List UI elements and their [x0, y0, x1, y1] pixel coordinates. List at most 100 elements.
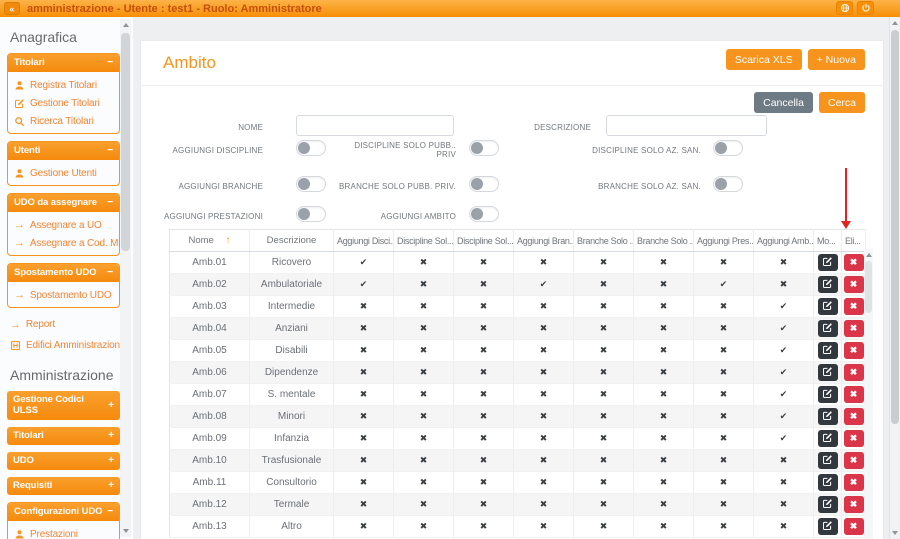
row-edit-button[interactable] — [817, 518, 838, 535]
sidebar-item-spostamento-udo[interactable]: → Spostamento UDO — [8, 286, 119, 304]
row-delete-button[interactable]: ✖ — [843, 474, 864, 491]
aggiungi-discipline-toggle[interactable] — [296, 140, 326, 156]
sidebar-panel-header-udo[interactable]: UDO + — [7, 452, 120, 470]
aggiungi-branche-toggle[interactable] — [296, 176, 326, 192]
sidebar-item-gestione-titolari[interactable]: Gestione Titolari — [8, 94, 119, 112]
collapse-sidebar-button[interactable]: « — [4, 2, 20, 15]
language-button[interactable] — [836, 1, 853, 15]
branche-solo-az-san-label: BRANCHE SOLO AZ. SAN. — [598, 182, 701, 191]
column-header-aggiungi-bran[interactable]: Aggiungi Bran... — [513, 229, 574, 252]
scroll-up-icon[interactable] — [892, 21, 898, 25]
row-edit-button[interactable] — [817, 298, 838, 315]
sidebar-panel-header-gestione-codici-ulss[interactable]: Gestione Codici ULSS + — [7, 391, 120, 420]
sidebar-panel-header-udo-da-assegnare[interactable]: UDO da assegnare − — [8, 194, 119, 212]
row-edit-button[interactable] — [817, 364, 838, 381]
x-icon: ✖ — [849, 323, 858, 333]
scroll-down-icon[interactable] — [122, 529, 129, 533]
row-delete-button[interactable]: ✖ — [843, 518, 864, 535]
column-header-descrizione[interactable]: Descrizione — [249, 229, 334, 252]
row-delete-button[interactable]: ✖ — [843, 408, 864, 425]
row-edit-button[interactable] — [817, 342, 838, 359]
cross-icon: ✖ — [573, 493, 634, 516]
row-delete-button[interactable]: ✖ — [843, 430, 864, 447]
page-scrollbar[interactable] — [889, 17, 900, 539]
aggiungi-ambito-toggle[interactable] — [469, 206, 499, 222]
cell-elimina: ✖ — [841, 361, 866, 384]
sidebar-item-prestazioni[interactable]: Prestazioni — [8, 525, 119, 539]
sidebar-panel-header-requisiti[interactable]: Requisiti + — [7, 477, 120, 495]
row-delete-button[interactable]: ✖ — [843, 276, 864, 293]
column-header-eli[interactable]: Eli... — [841, 229, 866, 252]
sidebar-item-gestione-utenti[interactable]: Gestione Utenti — [8, 164, 119, 182]
descrizione-input[interactable] — [606, 115, 767, 136]
column-header-aggiungi-pres[interactable]: Aggiungi Pres... — [693, 229, 754, 252]
row-edit-button[interactable] — [817, 496, 838, 513]
scroll-down-icon[interactable] — [892, 531, 898, 535]
column-header-branche-solo[interactable]: Branche Solo ... — [633, 229, 694, 252]
column-header-discipline-sol[interactable]: Discipline Sol... — [393, 229, 454, 252]
column-header-branche-solo[interactable]: Branche Solo ... — [573, 229, 634, 252]
new-button[interactable]: + Nuova — [807, 49, 865, 70]
sidebar-scrollbar[interactable] — [120, 19, 131, 537]
logout-button[interactable] — [857, 1, 874, 15]
sidebar-panel-header-configurazioni-udo[interactable]: Configurazioni UDO − — [8, 503, 119, 521]
pencil-square-icon — [822, 321, 833, 336]
column-header-aggiungi-disci[interactable]: Aggiungi Disci... — [333, 229, 394, 252]
column-header-aggiungi-amb[interactable]: Aggiungi Amb... — [753, 229, 814, 252]
download-xls-button[interactable]: Scarica XLS — [725, 49, 802, 70]
table-scrollbar[interactable] — [864, 249, 873, 539]
row-edit-button[interactable] — [817, 474, 838, 491]
aggiungi-prestazioni-toggle[interactable] — [296, 206, 326, 222]
sidebar-scrollbar-thumb[interactable] — [121, 33, 130, 251]
row-delete-button[interactable]: ✖ — [843, 496, 864, 513]
row-delete-button[interactable]: ✖ — [843, 320, 864, 337]
nome-label: NOME — [238, 123, 263, 132]
row-edit-button[interactable] — [817, 320, 838, 337]
sidebar-item-assegnare-a-uo[interactable]: → Assegnare a UO — [8, 216, 119, 234]
row-delete-button[interactable]: ✖ — [843, 342, 864, 359]
cross-icon: ✖ — [453, 383, 514, 406]
row-delete-button[interactable]: ✖ — [843, 254, 864, 271]
sidebar-panel-header-titolari[interactable]: Titolari − — [8, 54, 119, 72]
column-header-label: Mo... — [817, 235, 836, 246]
cross-icon: ✖ — [693, 251, 754, 274]
page-scrollbar-thumb[interactable] — [891, 30, 899, 424]
sidebar-item-registra-titolari[interactable]: Registra Titolari — [8, 76, 119, 94]
discipline-solo-pubb-priv-toggle[interactable] — [469, 140, 499, 156]
cell-modifica — [813, 427, 842, 450]
sidebar-item-ricerca-titolari[interactable]: Ricerca Titolari — [8, 112, 119, 130]
sidebar-panel-header-utenti[interactable]: Utenti − — [8, 142, 119, 160]
cross-icon: ✖ — [333, 493, 394, 516]
row-edit-button[interactable] — [817, 386, 838, 403]
sidebar-item-edifici-amministrazione[interactable]: Edifici Amministrazione — [0, 336, 133, 355]
column-header-nome[interactable]: Nome ↑ — [169, 229, 250, 252]
sidebar-panel-header-spostamento-udo[interactable]: Spostamento UDO − — [8, 264, 119, 282]
column-header-mo[interactable]: Mo... — [813, 229, 842, 252]
row-delete-button[interactable]: ✖ — [843, 386, 864, 403]
branche-solo-pubb-priv-toggle[interactable] — [469, 176, 499, 192]
branche-solo-az-san-toggle[interactable] — [713, 176, 743, 192]
nome-input[interactable] — [296, 115, 454, 136]
discipline-solo-az-san-toggle[interactable] — [713, 140, 743, 156]
row-delete-button[interactable]: ✖ — [843, 298, 864, 315]
scroll-up-icon[interactable] — [865, 253, 872, 257]
sidebar-item-label: Ricerca Titolari — [30, 115, 94, 127]
row-edit-button[interactable] — [817, 254, 838, 271]
row-edit-button[interactable] — [817, 452, 838, 469]
sidebar-panel-spostamento-udo: Spostamento UDO − → Spostamento UDO — [7, 263, 120, 308]
row-edit-button[interactable] — [817, 408, 838, 425]
row-delete-button[interactable]: ✖ — [843, 452, 864, 469]
row-edit-button[interactable] — [817, 276, 838, 293]
sidebar-item-report[interactable]: → Report — [0, 315, 133, 334]
sidebar-item-assegnare-a-cod-min[interactable]: → Assegnare a Cod. Min. — [8, 234, 129, 252]
scroll-up-icon[interactable] — [122, 23, 129, 27]
row-delete-button[interactable]: ✖ — [843, 364, 864, 381]
row-edit-button[interactable] — [817, 430, 838, 447]
check-icon: ✔ — [753, 361, 814, 384]
cross-icon: ✖ — [573, 317, 634, 340]
sidebar-panel-header-titolari[interactable]: Titolari + — [7, 427, 120, 445]
check-icon: ✔ — [753, 317, 814, 340]
sidebar-item-label: Report — [25, 319, 55, 330]
table-scrollbar-thumb[interactable] — [865, 261, 872, 313]
column-header-discipline-sol[interactable]: Discipline Sol... — [453, 229, 514, 252]
